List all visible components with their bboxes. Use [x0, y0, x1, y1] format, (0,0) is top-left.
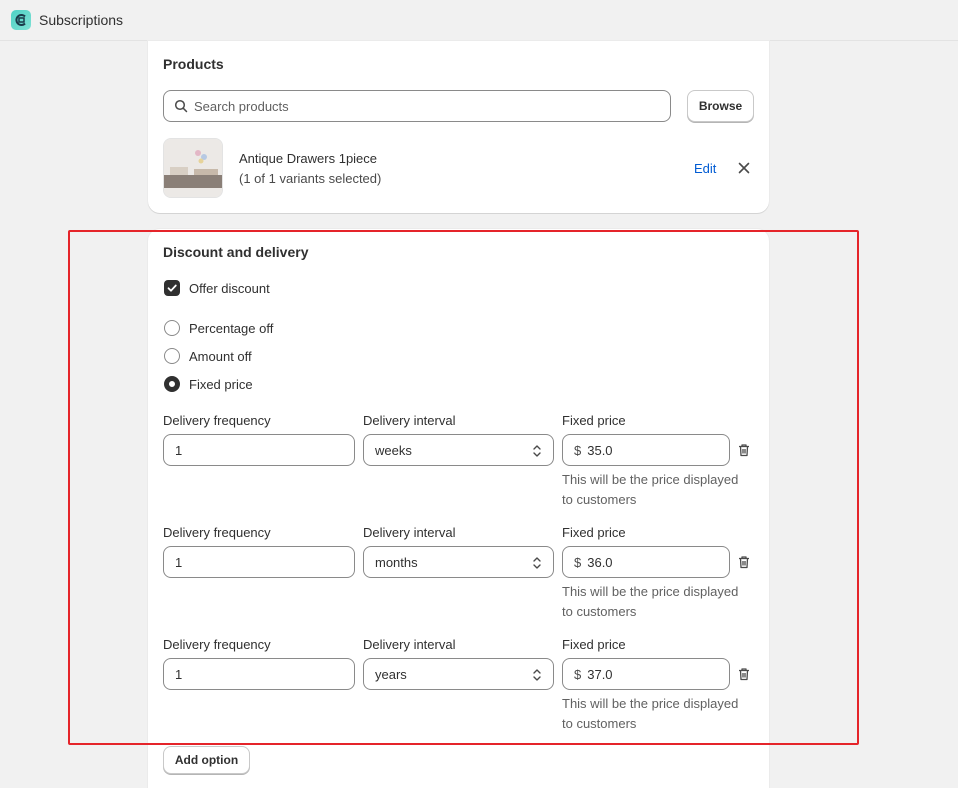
price-value: 37.0 [587, 666, 613, 682]
add-option-button[interactable]: Add option [163, 746, 250, 774]
select-chevron-icon [533, 445, 541, 457]
delivery-interval-select[interactable]: years [363, 658, 554, 690]
app-logo-icon [11, 10, 31, 30]
top-bar: Subscriptions [0, 0, 958, 41]
delivery-interval-label: Delivery interval [363, 637, 456, 652]
fixed-price-label: Fixed price [189, 377, 253, 392]
fixed-price-input[interactable]: $ 37.0 [562, 658, 730, 690]
delete-row-icon[interactable] [736, 666, 752, 682]
products-card: Products Browse Antique Drawers 1piece (… [148, 41, 769, 213]
delivery-interval-label: Delivery interval [363, 525, 456, 540]
discount-title: Discount and delivery [163, 244, 309, 260]
currency-symbol: $ [574, 442, 582, 458]
delivery-frequency-input[interactable]: 1 [163, 546, 355, 578]
price-help-text: This will be the price displayed to custo… [562, 584, 739, 619]
delivery-frequency-label: Delivery frequency [163, 413, 271, 428]
products-title: Products [163, 56, 224, 72]
app-title: Subscriptions [39, 12, 124, 28]
search-products-field[interactable] [163, 90, 671, 122]
price-help-text: This will be the price displayed to custo… [562, 472, 739, 507]
product-variants: (1 of 1 variants selected) [239, 171, 382, 186]
fixed-price-field-label: Fixed price [562, 637, 626, 652]
delivery-interval-select[interactable]: months [363, 546, 554, 578]
interval-value: weeks [375, 442, 412, 458]
delete-row-icon[interactable] [736, 442, 752, 458]
percentage-off-label: Percentage off [189, 321, 274, 336]
offer-discount-checkbox[interactable] [164, 280, 180, 296]
radio-amount-off[interactable] [164, 348, 180, 364]
price-help-text: This will be the price displayed to custo… [562, 696, 739, 731]
radio-fixed-price[interactable] [164, 376, 180, 392]
fixed-price-field-label: Fixed price [562, 413, 626, 428]
delivery-interval-select[interactable]: weeks [363, 434, 554, 466]
currency-symbol: $ [574, 554, 582, 570]
product-name: Antique Drawers 1piece [239, 151, 378, 166]
currency-symbol: $ [574, 666, 582, 682]
amount-off-label: Amount off [189, 349, 252, 364]
frequency-value: 1 [175, 554, 183, 570]
discount-delivery-card: Discount and delivery Offer discount Per… [148, 229, 769, 788]
interval-value: years [375, 666, 407, 682]
fixed-price-field-label: Fixed price [562, 525, 626, 540]
select-chevron-icon [533, 557, 541, 569]
edit-product-link[interactable]: Edit [694, 161, 716, 176]
select-chevron-icon [533, 669, 541, 681]
frequency-value: 1 [175, 666, 183, 682]
price-value: 36.0 [587, 554, 613, 570]
radio-percentage-off[interactable] [164, 320, 180, 336]
delivery-frequency-input[interactable]: 1 [163, 658, 355, 690]
fixed-price-input[interactable]: $ 36.0 [562, 546, 730, 578]
fixed-price-input[interactable]: $ 35.0 [562, 434, 730, 466]
search-products-input[interactable] [194, 98, 654, 114]
delivery-frequency-input[interactable]: 1 [163, 434, 355, 466]
frequency-value: 1 [175, 442, 183, 458]
delivery-frequency-label: Delivery frequency [163, 525, 271, 540]
offer-discount-label: Offer discount [189, 281, 270, 296]
checkmark-icon [167, 284, 177, 292]
search-icon [174, 99, 188, 113]
delete-row-icon[interactable] [736, 554, 752, 570]
product-image [163, 138, 223, 198]
delivery-frequency-label: Delivery frequency [163, 637, 271, 652]
price-value: 35.0 [587, 442, 613, 458]
delivery-interval-label: Delivery interval [363, 413, 456, 428]
browse-button[interactable]: Browse [687, 90, 754, 122]
remove-product-icon[interactable] [736, 160, 752, 176]
interval-value: months [375, 554, 418, 570]
